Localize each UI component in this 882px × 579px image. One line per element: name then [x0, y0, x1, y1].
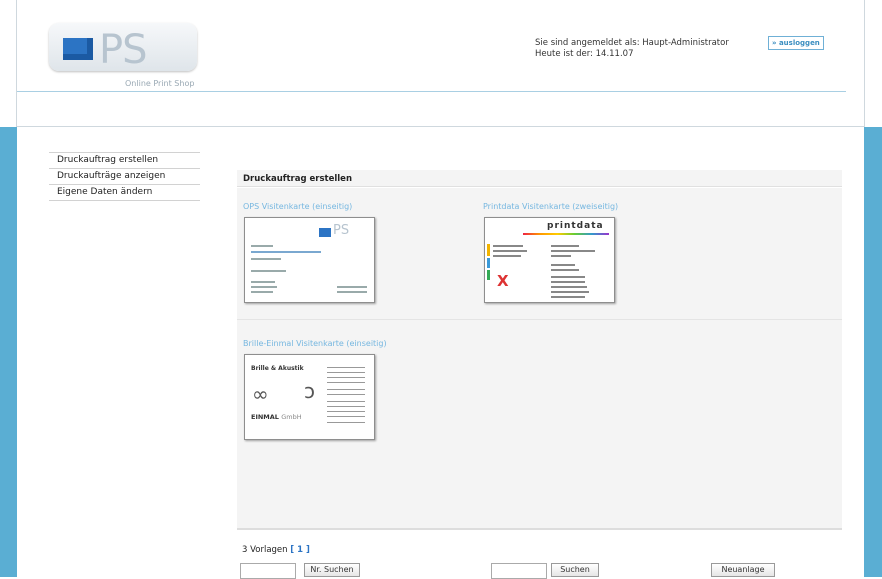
card-text-line	[327, 394, 365, 396]
card-text-line	[551, 281, 585, 283]
card-text-line	[251, 251, 321, 253]
card-text-line	[493, 250, 527, 252]
logo-text: PS	[99, 27, 148, 73]
card-text-line	[327, 401, 365, 403]
card-text-line	[551, 286, 587, 288]
card-text-line	[327, 382, 365, 384]
card-text-line	[327, 422, 365, 424]
new-template-button[interactable]: Neuanlage	[711, 563, 775, 577]
card-text-line	[327, 367, 365, 369]
card-text-line	[251, 245, 273, 247]
printdata-logo-text: printdata	[547, 221, 604, 231]
printdata-x-icon: X	[497, 272, 509, 290]
einmal-company: EINMAL GmbH	[251, 413, 302, 421]
card-text-line	[251, 281, 275, 283]
card-text-line	[551, 264, 575, 266]
nr-search-button[interactable]: Nr. Suchen	[304, 563, 360, 577]
sidebar-item-create-order[interactable]: Druckauftrag erstellen	[49, 152, 200, 169]
card-text-line	[327, 377, 365, 379]
right-frame-header	[864, 0, 882, 127]
card-text-line	[327, 389, 365, 391]
card-text-line	[493, 255, 521, 257]
template-thumbnail-ops[interactable]: PS	[244, 217, 375, 303]
color-bar	[487, 244, 490, 256]
card-text-line	[327, 416, 365, 418]
card-text-line	[493, 245, 523, 247]
page-title: Druckauftrag erstellen	[243, 174, 352, 184]
date-label: Heute ist der: 14.11.07	[535, 49, 634, 59]
card-text-line	[251, 286, 277, 288]
logged-in-label: Sie sind angemeldet als: Haupt-Administr…	[535, 38, 729, 48]
printdata-color-strip	[523, 233, 609, 235]
logo-tagline: Online Print Shop	[125, 79, 195, 88]
template-title-brille-einmal[interactable]: Brille-Einmal Visitenkarte (einseitig)	[243, 339, 387, 348]
template-count: 3 Vorlagen [ 1 ]	[242, 545, 310, 555]
ear-icon: ɔ	[304, 379, 315, 403]
card-text-line	[327, 406, 365, 408]
card-text-line	[551, 276, 585, 278]
header-divider	[17, 91, 846, 92]
card-text-line	[551, 269, 579, 271]
user-info: Sie sind angemeldet als: Haupt-Administr…	[535, 38, 729, 60]
card-text-line	[251, 291, 273, 293]
left-frame-header	[0, 0, 17, 127]
card-text-line	[551, 255, 571, 257]
template-count-label: 3 Vorlagen	[242, 545, 288, 555]
pagination-link[interactable]: [ 1 ]	[290, 545, 310, 555]
card-text-line	[327, 411, 365, 413]
header-bottom-border	[17, 126, 864, 127]
color-bar	[487, 258, 490, 268]
card-text-line	[551, 291, 589, 293]
color-bar	[487, 270, 490, 280]
card-text-line	[251, 258, 281, 260]
brille-card-title: Brille & Akustik	[251, 365, 304, 372]
search-button[interactable]: Suchen	[551, 563, 599, 577]
card-text-line	[337, 286, 367, 288]
sidebar-item-show-orders[interactable]: Druckaufträge anzeigen	[49, 169, 200, 185]
einmal-suffix: GmbH	[281, 413, 302, 421]
logo-badge: PS	[49, 23, 197, 73]
gallery-row-divider	[237, 319, 842, 320]
card-text-line	[551, 245, 579, 247]
template-thumbnail-brille-einmal[interactable]: Brille & Akustik ∞ ɔ EINMAL GmbH	[244, 354, 375, 440]
card-text-line	[551, 296, 585, 298]
einmal-name: EINMAL	[251, 413, 279, 421]
sidebar-nav: Druckauftrag erstellen Druckaufträge anz…	[49, 152, 200, 201]
template-thumbnail-printdata[interactable]: printdata X	[484, 217, 615, 303]
ops-logo[interactable]: PS Online Print Shop	[43, 17, 200, 95]
sidebar-item-edit-profile[interactable]: Eigene Daten ändern	[49, 185, 200, 201]
ops-card-logo-text: PS	[333, 223, 350, 238]
template-title-ops[interactable]: OPS Visitenkarte (einseitig)	[243, 202, 352, 211]
card-text-line	[327, 372, 365, 374]
logo-square-icon	[63, 38, 93, 60]
glasses-icon: ∞	[252, 382, 269, 406]
card-text-line	[337, 291, 367, 293]
template-title-printdata[interactable]: Printdata Visitenkarte (zweiseitig)	[483, 202, 618, 211]
ops-card-logo-icon	[319, 228, 331, 237]
card-text-line	[551, 250, 595, 252]
logout-button[interactable]: » ausloggen	[768, 36, 824, 50]
card-text-line	[251, 270, 286, 272]
